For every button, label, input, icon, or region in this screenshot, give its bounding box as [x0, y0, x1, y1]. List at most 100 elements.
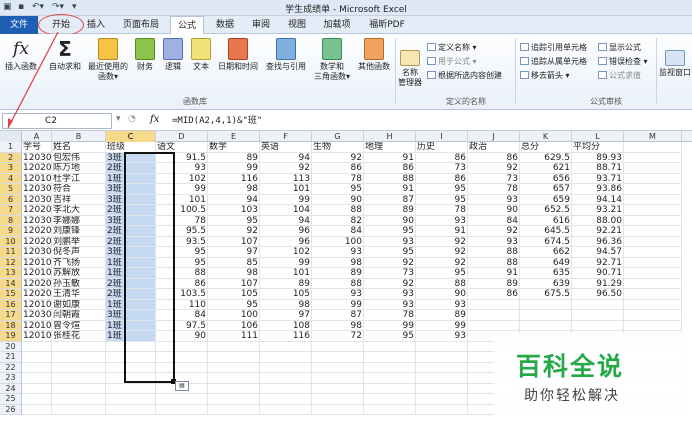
cell-M15[interactable]: [624, 289, 682, 300]
cell-K16[interactable]: [520, 299, 572, 310]
cell-C23[interactable]: [106, 373, 156, 384]
cell-C13[interactable]: 1班: [106, 268, 156, 279]
cell-F11[interactable]: 102: [260, 247, 312, 258]
cell-F21[interactable]: [260, 352, 312, 363]
cell-J18[interactable]: [468, 320, 520, 331]
cell-L13[interactable]: 90.71: [572, 268, 624, 279]
cell-C20[interactable]: [106, 341, 156, 352]
cell-H3[interactable]: 86: [364, 163, 416, 174]
cell-E21[interactable]: [208, 352, 260, 363]
row-header[interactable]: 21: [0, 352, 22, 363]
cell-E24[interactable]: [208, 383, 260, 394]
cell-J5[interactable]: 78: [468, 184, 520, 195]
cell-L8[interactable]: 88.00: [572, 215, 624, 226]
cell-F24[interactable]: [260, 383, 312, 394]
cell-B26[interactable]: [52, 404, 106, 415]
cell-M11[interactable]: [624, 247, 682, 258]
column-header-M[interactable]: M: [624, 131, 682, 142]
cell-B25[interactable]: [52, 394, 106, 405]
row-header[interactable]: 19: [0, 331, 22, 342]
column-header-L[interactable]: L: [572, 131, 624, 142]
cell-C25[interactable]: [106, 394, 156, 405]
financial-button[interactable]: 财务: [132, 38, 158, 72]
cell-A26[interactable]: [22, 404, 52, 415]
cell-L12[interactable]: 92.71: [572, 257, 624, 268]
cell-L7[interactable]: 93.21: [572, 205, 624, 216]
cell-D10[interactable]: 93.5: [156, 236, 208, 247]
cell-C12[interactable]: 1班: [106, 257, 156, 268]
name-box[interactable]: C2: [2, 113, 112, 129]
cell-I15[interactable]: 90: [416, 289, 468, 300]
cell-G10[interactable]: 100: [312, 236, 364, 247]
cell-K4[interactable]: 656: [520, 173, 572, 184]
cell-L5[interactable]: 93.86: [572, 184, 624, 195]
cell-F4[interactable]: 113: [260, 173, 312, 184]
cell-M10[interactable]: [624, 236, 682, 247]
cell-G6[interactable]: 90: [312, 194, 364, 205]
cell-H25[interactable]: [364, 394, 416, 405]
cell-A20[interactable]: [22, 341, 52, 352]
tab-formulas[interactable]: 公式: [170, 16, 204, 35]
row-header[interactable]: 11: [0, 247, 22, 258]
tab-foxit-pdf[interactable]: 福昕PDF: [362, 16, 412, 34]
cell-D1[interactable]: 语文: [156, 142, 208, 153]
cell-F9[interactable]: 96: [260, 226, 312, 237]
cell-I9[interactable]: 91: [416, 226, 468, 237]
cell-C15[interactable]: 2班: [106, 289, 156, 300]
cell-C7[interactable]: 2班: [106, 205, 156, 216]
cell-D9[interactable]: 95.5: [156, 226, 208, 237]
cell-I23[interactable]: [416, 373, 468, 384]
column-header-D[interactable]: D: [156, 131, 208, 142]
row-header[interactable]: 3: [0, 163, 22, 174]
cell-K12[interactable]: 649: [520, 257, 572, 268]
row-header[interactable]: 16: [0, 299, 22, 310]
cell-C3[interactable]: 2班: [106, 163, 156, 174]
cell-K13[interactable]: 635: [520, 268, 572, 279]
cell-A6[interactable]: 120306: [22, 194, 52, 205]
cell-L10[interactable]: 96.36: [572, 236, 624, 247]
cell-M9[interactable]: [624, 226, 682, 237]
row-header[interactable]: 23: [0, 373, 22, 384]
cell-E22[interactable]: [208, 362, 260, 373]
cell-F26[interactable]: [260, 404, 312, 415]
cell-I13[interactable]: 95: [416, 268, 468, 279]
cell-J13[interactable]: 91: [468, 268, 520, 279]
cell-F23[interactable]: [260, 373, 312, 384]
cell-G20[interactable]: [312, 341, 364, 352]
row-header[interactable]: 26: [0, 404, 22, 415]
cell-H7[interactable]: 89: [364, 205, 416, 216]
cell-G19[interactable]: 72: [312, 331, 364, 342]
cell-I16[interactable]: 93: [416, 299, 468, 310]
cell-A11[interactable]: 120304: [22, 247, 52, 258]
cell-G5[interactable]: 95: [312, 184, 364, 195]
cell-L1[interactable]: 平均分: [572, 142, 624, 153]
column-header-F[interactable]: F: [260, 131, 312, 142]
cell-M6[interactable]: [624, 194, 682, 205]
cell-B22[interactable]: [52, 362, 106, 373]
cell-I24[interactable]: [416, 383, 468, 394]
tab-view[interactable]: 视图: [282, 16, 312, 34]
cell-H26[interactable]: [364, 404, 416, 415]
cell-J4[interactable]: 73: [468, 173, 520, 184]
cell-M1[interactable]: [624, 142, 682, 153]
cell-F15[interactable]: 105: [260, 289, 312, 300]
cell-J8[interactable]: 84: [468, 215, 520, 226]
cell-G16[interactable]: 99: [312, 299, 364, 310]
column-header-I[interactable]: I: [416, 131, 468, 142]
cell-D22[interactable]: [156, 362, 208, 373]
cell-G23[interactable]: [312, 373, 364, 384]
cell-H5[interactable]: 91: [364, 184, 416, 195]
cell-A21[interactable]: [22, 352, 52, 363]
cell-L17[interactable]: [572, 310, 624, 321]
cell-D20[interactable]: [156, 341, 208, 352]
cell-E23[interactable]: [208, 373, 260, 384]
cell-I10[interactable]: 92: [416, 236, 468, 247]
cell-A12[interactable]: 120103: [22, 257, 52, 268]
math-button[interactable]: 数学和 三角函数▾: [312, 38, 352, 82]
column-header-A[interactable]: A: [22, 131, 52, 142]
row-header[interactable]: 17: [0, 310, 22, 321]
column-header-G[interactable]: G: [312, 131, 364, 142]
cell-H6[interactable]: 87: [364, 194, 416, 205]
cell-G9[interactable]: 84: [312, 226, 364, 237]
cell-F13[interactable]: 101: [260, 268, 312, 279]
